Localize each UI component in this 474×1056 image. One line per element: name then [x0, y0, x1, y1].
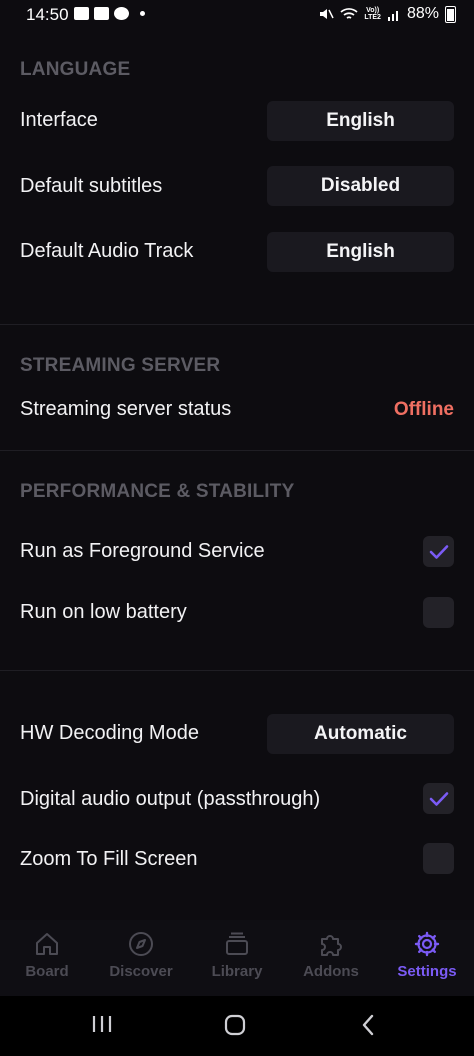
section-title-performance: PERFORMANCE & STABILITY	[20, 481, 295, 502]
foreground-service-label: Run as Foreground Service	[20, 540, 265, 562]
divider	[0, 450, 474, 451]
foreground-service-checkbox[interactable]	[423, 536, 454, 567]
home-icon	[36, 933, 58, 955]
low-battery-checkbox[interactable]	[423, 597, 454, 628]
gear-icon	[414, 931, 440, 957]
network-type: Vo)) LTE2	[364, 7, 381, 21]
digital-audio-checkbox[interactable]	[423, 783, 454, 814]
nav-addons-label: Addons	[303, 963, 359, 980]
battery-icon	[445, 5, 456, 23]
hw-decoding-label: HW Decoding Mode	[20, 722, 199, 744]
section-title-streaming: STREAMING SERVER	[20, 355, 221, 376]
default-audio-label: Default Audio Track	[20, 240, 194, 262]
checkmark-icon	[429, 544, 448, 559]
divider	[0, 670, 474, 671]
interface-language-select[interactable]: English	[267, 101, 454, 141]
divider	[0, 324, 474, 325]
back-icon[interactable]	[360, 1014, 376, 1036]
default-subtitles-select[interactable]: Disabled	[267, 166, 454, 206]
zoom-fill-label: Zoom To Fill Screen	[20, 848, 198, 870]
battery-percent: 88%	[406, 5, 439, 22]
digital-audio-label: Digital audio output (passthrough)	[20, 788, 321, 810]
checkmark-icon	[429, 791, 448, 806]
status-time: 14:50	[26, 5, 69, 24]
nav-discover[interactable]: Discover	[94, 930, 188, 980]
compass-icon	[129, 932, 153, 956]
nav-board[interactable]: Board	[0, 930, 94, 980]
nav-library-label: Library	[211, 963, 263, 980]
nav-discover-label: Discover	[109, 963, 173, 980]
interface-label: Interface	[20, 109, 98, 131]
notification-icons	[74, 7, 145, 20]
library-icon	[226, 932, 248, 955]
home-button-icon[interactable]	[224, 1014, 246, 1036]
youtube-icon	[74, 7, 89, 20]
system-nav-bar	[0, 996, 474, 1056]
streaming-status-label: Streaming server status	[20, 398, 232, 420]
nav-addons[interactable]: Addons	[284, 930, 378, 980]
nav-board-label: Board	[25, 963, 69, 980]
nav-settings[interactable]: Settings	[380, 930, 474, 980]
wifi-icon	[340, 8, 358, 19]
bottom-nav: Board Discover Library Addons Settings	[0, 920, 474, 996]
status-bar: 14:50 Vo)) LTE2 88%	[0, 0, 474, 30]
mute-icon	[320, 9, 335, 19]
hw-decoding-select[interactable]: Automatic	[267, 714, 454, 754]
gallery-icon	[94, 7, 109, 20]
more-notifications-icon	[140, 11, 145, 16]
recents-icon[interactable]	[90, 1014, 114, 1034]
zoom-fill-checkbox[interactable]	[423, 843, 454, 874]
nav-settings-label: Settings	[397, 963, 457, 980]
default-audio-select[interactable]: English	[267, 232, 454, 272]
signal-icon	[387, 10, 398, 21]
default-subtitles-label: Default subtitles	[20, 175, 163, 197]
reddit-icon	[114, 7, 129, 20]
section-title-language: LANGUAGE	[20, 59, 131, 80]
status-right: Vo)) LTE2 88%	[318, 5, 456, 23]
nav-library[interactable]: Library	[190, 930, 284, 980]
streaming-status-value: Offline	[393, 399, 454, 420]
low-battery-label: Run on low battery	[20, 601, 187, 623]
puzzle-icon	[321, 935, 342, 956]
